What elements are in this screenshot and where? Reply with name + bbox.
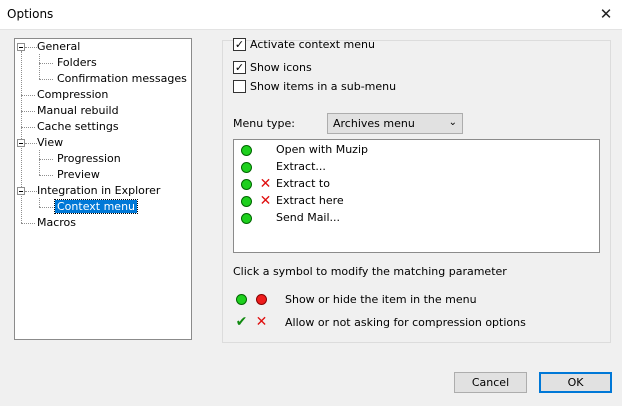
tree-item-confirmation-messages[interactable]: Confirmation messages <box>57 71 187 87</box>
close-button[interactable]: ✕ <box>590 0 622 29</box>
visibility-green-icon[interactable] <box>241 196 252 207</box>
tree-connector <box>39 207 53 208</box>
hint-text: Click a symbol to modify the matching pa… <box>233 265 507 278</box>
tree-connector <box>39 79 53 80</box>
activate-context-menu-label: Activate context menu <box>250 38 375 51</box>
tree-connector <box>39 54 40 79</box>
chevron-down-icon: ⌄ <box>448 117 457 128</box>
window-title: Options <box>7 7 54 21</box>
sub-menu-checkbox[interactable] <box>233 80 246 93</box>
red-dot-icon <box>256 294 267 305</box>
tree-connector <box>21 51 22 223</box>
tree-connector <box>25 143 37 144</box>
collapse-icon[interactable] <box>17 43 25 51</box>
tree-connector <box>39 198 40 207</box>
tree-connector <box>21 127 35 128</box>
visibility-green-icon[interactable] <box>241 162 252 173</box>
tree-connector <box>39 150 40 175</box>
tree-item-compression[interactable]: Compression <box>37 87 108 103</box>
tree-item-view[interactable]: View <box>37 135 63 151</box>
tree-item-progression[interactable]: Progression <box>57 151 121 167</box>
tree-connector <box>39 175 53 176</box>
menu-item-label: Extract here <box>276 194 344 207</box>
ask-cross-icon[interactable]: ✕ <box>259 177 272 191</box>
tree-item-general[interactable]: General <box>37 39 80 55</box>
menu-items-list[interactable]: Open with Muzip Extract... ✕ Extract to … <box>233 139 600 253</box>
tree-item-macros[interactable]: Macros <box>37 215 76 231</box>
tree-connector <box>21 111 35 112</box>
cross-icon: ✕ <box>255 314 268 330</box>
legend-asking-text: Allow or not asking for compression opti… <box>285 316 526 329</box>
menu-item-label: Send Mail... <box>276 211 341 224</box>
list-item[interactable]: Open with Muzip <box>234 142 594 158</box>
tree-item-folders[interactable]: Folders <box>57 55 97 71</box>
legend-visibility-text: Show or hide the item in the menu <box>285 293 477 306</box>
close-icon: ✕ <box>599 5 613 23</box>
menu-type-select[interactable]: Archives menu ⌄ <box>327 113 463 134</box>
ok-button[interactable]: OK <box>539 372 612 393</box>
green-dot-icon <box>236 294 247 305</box>
title-bar: Options ✕ <box>0 0 622 30</box>
collapse-icon[interactable] <box>17 187 25 195</box>
menu-type-value: Archives menu <box>333 117 415 130</box>
cancel-button[interactable]: Cancel <box>454 372 527 393</box>
activate-context-menu-checkbox[interactable]: ✓ <box>233 38 246 51</box>
tree-item-context-menu[interactable]: Context menu <box>53 199 139 215</box>
tree-connector <box>21 95 35 96</box>
list-item[interactable]: ✕ Extract to <box>234 176 594 192</box>
menu-item-label: Extract... <box>276 160 326 173</box>
check-icon: ✔ <box>235 314 248 330</box>
menu-item-label: Open with Muzip <box>276 143 368 156</box>
tree-connector <box>39 63 53 64</box>
tree-item-manual-rebuild[interactable]: Manual rebuild <box>37 103 119 119</box>
visibility-green-icon[interactable] <box>241 213 252 224</box>
tree-item-cache-settings[interactable]: Cache settings <box>37 119 119 135</box>
tree-connector <box>39 159 53 160</box>
sub-menu-label: Show items in a sub-menu <box>250 80 397 93</box>
tree-item-integration-in-explorer[interactable]: Integration in Explorer <box>37 183 160 199</box>
show-icons-checkbox[interactable]: ✓ <box>233 61 246 74</box>
collapse-icon[interactable] <box>17 139 25 147</box>
menu-type-label: Menu type: <box>233 117 295 130</box>
list-item[interactable]: Send Mail... <box>234 210 594 226</box>
ask-cross-icon[interactable]: ✕ <box>259 194 272 208</box>
show-icons-label: Show icons <box>250 61 312 74</box>
list-item[interactable]: Extract... <box>234 159 594 175</box>
tree-connector <box>25 47 37 48</box>
tree-item-preview[interactable]: Preview <box>57 167 100 183</box>
tree-connector <box>25 191 37 192</box>
visibility-green-icon[interactable] <box>241 145 252 156</box>
list-item[interactable]: ✕ Extract here <box>234 193 594 209</box>
tree-connector <box>21 223 35 224</box>
visibility-green-icon[interactable] <box>241 179 252 190</box>
menu-item-label: Extract to <box>276 177 330 190</box>
options-tree[interactable]: General Folders Confirmation messages Co… <box>14 38 192 340</box>
